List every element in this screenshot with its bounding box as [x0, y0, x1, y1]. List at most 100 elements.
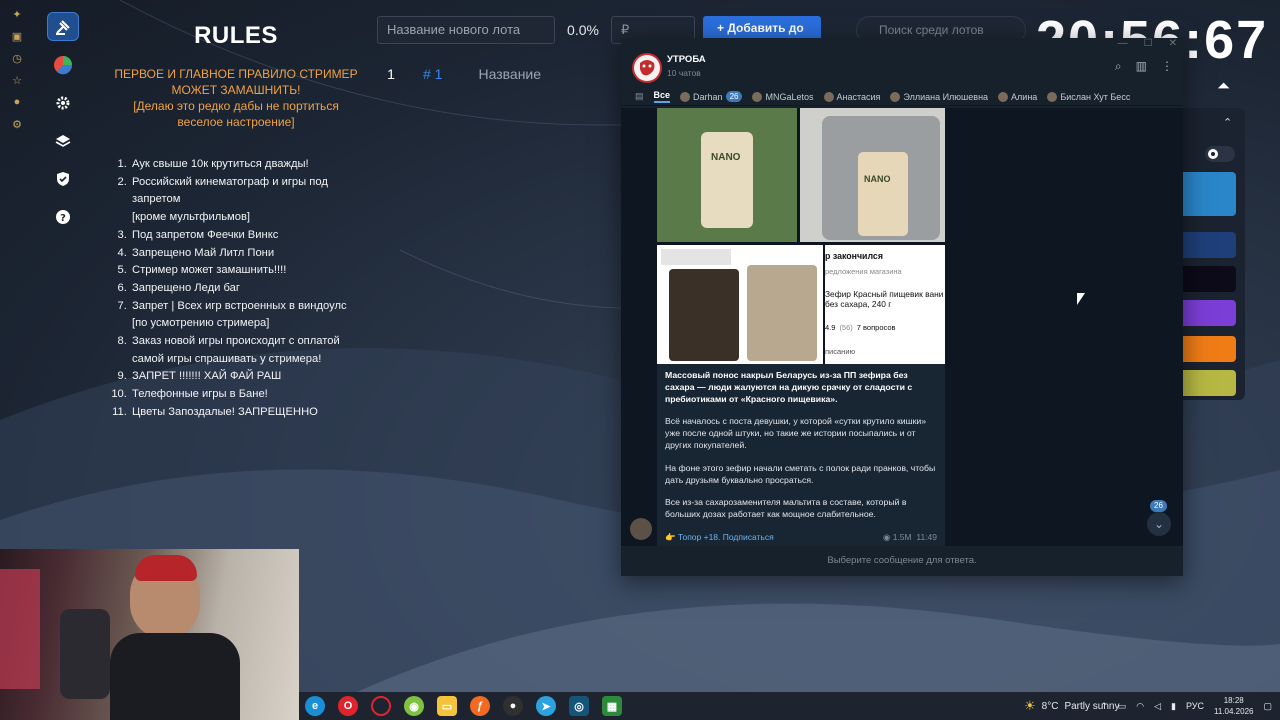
close-button[interactable]: ✕	[1169, 38, 1177, 50]
tab-mngaletos[interactable]: MNGaLetos	[752, 91, 814, 102]
tab-elliana[interactable]: Эллиана Илюшевна	[890, 91, 989, 102]
tray-arrow-icon[interactable]: ⌃	[1100, 701, 1108, 712]
weather-temp: 8°C	[1041, 700, 1059, 712]
clock-icon[interactable]: ◷	[9, 50, 25, 66]
rule-item: Цветы Запоздалые! ЗАПРЕЩЕННО	[130, 404, 362, 422]
product-name: Зефир Красный пищевик вани без сахара, 2…	[825, 289, 944, 309]
channel-post[interactable]: NANO NANO р закончился редложения магази…	[657, 108, 945, 546]
palette-icon[interactable]: ●	[9, 94, 25, 110]
sender-avatar[interactable]	[630, 518, 652, 540]
rating: 4.9	[825, 323, 836, 332]
notifications-icon[interactable]: ▢	[1263, 701, 1272, 712]
tab-alina[interactable]: Алина	[998, 91, 1037, 102]
steam-icon[interactable]: ◎	[569, 696, 589, 716]
rule-item: Запрет | Всех игр встроенных в виндоулс …	[130, 298, 362, 333]
rules-panel: RULES ПЕРВОЕ И ГЛАВНОЕ ПРАВИЛО СТРИМЕР М…	[110, 22, 362, 422]
scroll-down-button[interactable]: ⌄	[1147, 512, 1171, 536]
tab-label: Анастасия	[836, 91, 881, 102]
auction-nav-rail: ?	[44, 12, 82, 232]
tab-label: Эллиана Илюшевна	[903, 91, 989, 102]
app-icon[interactable]: ▦	[602, 696, 622, 716]
unread-badge: 26	[1150, 500, 1167, 512]
folders-icon[interactable]: ▤	[635, 91, 644, 102]
channel-title: УТРОБА	[667, 54, 706, 65]
network-icon[interactable]: ▭	[1118, 701, 1127, 712]
edge-icon[interactable]: e	[305, 696, 325, 716]
explorer-icon[interactable]: ▭	[437, 696, 457, 716]
tab-darhan[interactable]: Darhan 26	[680, 91, 743, 102]
telegram-window: — ☐ ✕ УТРОБА 10 чатов ⌕ ▥ ⋮ ▤ Все Darhan…	[621, 38, 1183, 576]
taskbar-apps: e O ◉ ▭ ƒ ● ➤ ◎ ▦	[299, 696, 622, 716]
folder-tabs: ▤ Все Darhan 26 MNGaLetos Анастасия Эллиа…	[621, 88, 1183, 106]
volume-icon[interactable]: ◁	[1154, 701, 1161, 712]
collapse-icon[interactable]: ⌃	[1223, 116, 1232, 129]
photo-product-hand[interactable]: NANO	[657, 108, 797, 242]
more-icon[interactable]: ⋮	[1161, 59, 1173, 74]
shield-icon[interactable]	[47, 165, 79, 194]
gear-icon[interactable]	[47, 88, 79, 117]
product-label: NANO	[864, 174, 891, 184]
chat-header[interactable]: УТРОБА 10 чатов ⌕ ▥ ⋮	[621, 50, 1183, 86]
maximize-button[interactable]: ☐	[1144, 38, 1153, 50]
tab-anastasia[interactable]: Анастасия	[823, 91, 881, 102]
photo-product-kitchen[interactable]: NANO	[800, 108, 945, 242]
battery-icon[interactable]: ▮	[1171, 701, 1176, 712]
widget-navy[interactable]	[1183, 232, 1236, 258]
channel-avatar[interactable]	[632, 53, 662, 83]
minimize-button[interactable]: —	[1118, 38, 1128, 50]
search-icon[interactable]: ⌕	[1115, 59, 1122, 74]
star-icon[interactable]: ☆	[9, 72, 25, 88]
post-footer: 👉 Топор +18. Подписаться ◉ 1.5M 11:49	[665, 532, 937, 544]
photo-social-post[interactable]	[657, 245, 823, 364]
help-icon[interactable]: ?	[47, 203, 79, 232]
rules-list: Аук свыше 10к крутиться дважды!Российски…	[110, 156, 362, 422]
tab-all[interactable]: Все	[653, 90, 671, 103]
column-name: Название	[478, 66, 542, 82]
rules-title: RULES	[194, 22, 278, 49]
widget-purple[interactable]	[1183, 300, 1236, 326]
widget-blue[interactable]	[1183, 172, 1236, 216]
language-indicator[interactable]: РУС	[1186, 701, 1204, 711]
settings-icon[interactable]: ⚙	[9, 116, 25, 132]
tab-bislan[interactable]: Бислан Хут Бесс	[1047, 91, 1131, 102]
firefox-icon[interactable]: ƒ	[470, 696, 490, 716]
photo-album[interactable]: NANO NANO р закончился редложения магази…	[657, 108, 945, 364]
widget-olive[interactable]	[1183, 370, 1236, 396]
avatar	[752, 91, 763, 102]
wheel-icon[interactable]	[47, 50, 79, 79]
rules-lead: ПЕРВОЕ И ГЛАВНОЕ ПРАВИЛО СТРИМЕР МОЖЕТ З…	[114, 67, 358, 129]
side-app-strip: ✦ ▣ ◷ ☆ ● ⚙	[0, 0, 34, 160]
photo-marketplace[interactable]: р закончился редложения магазина Зефир К…	[825, 245, 945, 364]
tab-label: Бислан Хут Бесс	[1060, 91, 1131, 102]
new-lot-input[interactable]: Название нового лота	[377, 16, 555, 44]
tab-label: Все	[653, 90, 671, 100]
clock-date: 11.04.2026	[1214, 707, 1254, 716]
layers-icon[interactable]	[47, 127, 79, 156]
toggle-switch[interactable]	[1205, 146, 1235, 162]
clock[interactable]: 18:28 11.04.2026	[1214, 695, 1253, 717]
sidebar-toggle-icon[interactable]: ▥	[1136, 59, 1147, 74]
telegram-icon[interactable]: ➤	[536, 696, 556, 716]
percent-value: 0.0%	[567, 22, 599, 38]
wallet-icon[interactable]: ▣	[9, 28, 25, 44]
avatar	[680, 91, 691, 102]
chevron-up-icon[interactable]: ⏶	[1217, 78, 1230, 96]
post-paragraph: Всё началось с поста девушки, у которой …	[665, 416, 927, 450]
wifi-icon[interactable]: ◠	[1136, 701, 1144, 712]
sparkle-icon[interactable]: ✦	[9, 6, 25, 22]
rule-item: Запрещено Леди баг	[130, 280, 362, 298]
widget-black[interactable]	[1183, 266, 1236, 292]
widget-orange[interactable]	[1183, 336, 1236, 362]
webcam-feed	[0, 549, 299, 720]
post-time: 11:49	[916, 531, 937, 542]
obs-icon[interactable]: ●	[503, 696, 523, 716]
post-paragraph: На фоне этого зефир начали сметать с пол…	[665, 462, 936, 485]
opera-icon[interactable]: O	[338, 696, 358, 716]
message-list[interactable]: NANO NANO р закончился редложения магази…	[621, 108, 1183, 546]
auction-hammer-icon[interactable]	[47, 12, 79, 42]
rule-item: Заказ новой игры происходит с оплатой са…	[130, 333, 362, 368]
subscribe-link[interactable]: 👉 Топор +18. Подписаться	[665, 532, 774, 544]
opera-gx-icon[interactable]	[371, 696, 391, 716]
android-icon[interactable]: ◉	[404, 696, 424, 716]
avatar	[823, 91, 834, 102]
